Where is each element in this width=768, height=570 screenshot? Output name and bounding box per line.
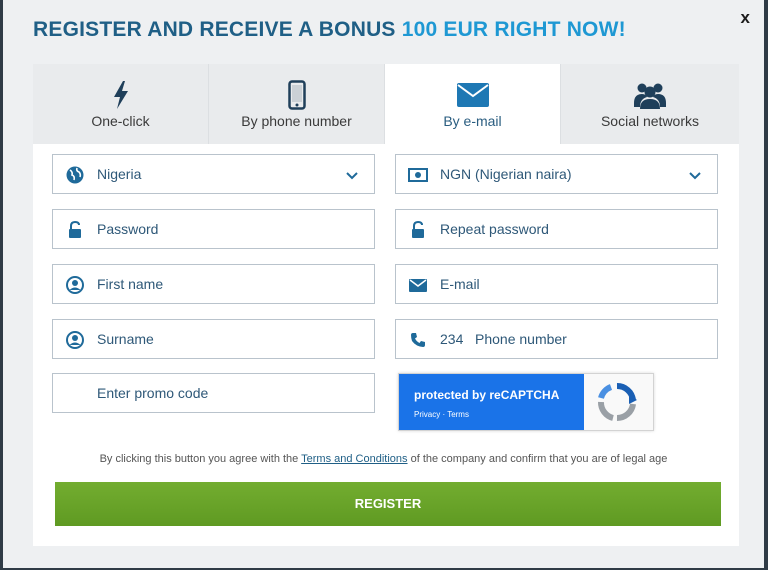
envelope-icon xyxy=(408,275,428,295)
modal-title: REGISTER AND RECEIVE A BONUS 100 EUR RIG… xyxy=(33,18,626,42)
email-placeholder: E-mail xyxy=(440,276,480,292)
currency-value: NGN (Nigerian naira) xyxy=(440,166,572,182)
recaptcha-label-area: protected by reCAPTCHA Privacy · Terms xyxy=(399,374,584,430)
lightning-icon xyxy=(33,80,208,110)
password-field[interactable]: Password xyxy=(52,209,375,249)
recaptcha-privacy-terms[interactable]: Privacy · Terms xyxy=(414,410,469,419)
phone-field[interactable]: 234 Phone number xyxy=(395,319,718,359)
country-value: Nigeria xyxy=(97,166,142,182)
promo-code-field[interactable]: Enter promo code xyxy=(52,373,375,413)
recaptcha-logo-icon xyxy=(598,382,637,422)
promo-placeholder: Enter promo code xyxy=(97,385,209,401)
tab-label: Social networks xyxy=(600,113,700,129)
phone-placeholder: Phone number xyxy=(475,331,567,347)
password-placeholder: Password xyxy=(97,221,159,237)
tab-by-phone-number[interactable]: By phone number xyxy=(209,64,385,144)
phone-handset-icon xyxy=(408,330,428,350)
chevron-down-icon xyxy=(689,172,701,180)
unlock-icon xyxy=(408,220,428,240)
people-icon xyxy=(561,80,739,110)
title-main: REGISTER AND RECEIVE A BONUS xyxy=(33,18,402,41)
phone-icon xyxy=(209,80,384,110)
terms-link[interactable]: Terms and Conditions xyxy=(301,453,407,465)
banknote-icon xyxy=(408,165,428,185)
first-name-field[interactable]: First name xyxy=(52,264,375,304)
user-circle-icon xyxy=(65,330,85,350)
agreement-after: of the company and confirm that you are … xyxy=(407,453,668,465)
tab-one-click[interactable]: One-click xyxy=(33,64,209,144)
email-field[interactable]: E-mail xyxy=(395,264,718,304)
unlock-icon xyxy=(65,220,85,240)
recaptcha-label: protected by reCAPTCHA xyxy=(414,388,560,402)
currency-select[interactable]: NGN (Nigerian naira) xyxy=(395,154,718,194)
register-button[interactable]: REGISTER xyxy=(55,482,721,526)
registration-panel: One-click By phone number By e-mail Soci… xyxy=(33,64,739,546)
globe-icon xyxy=(65,165,85,185)
agreement-before: By clicking this button you agree with t… xyxy=(99,453,302,465)
tab-label: By e-mail xyxy=(443,113,502,129)
surname-field[interactable]: Surname xyxy=(52,319,375,359)
tab-label: One-click xyxy=(91,113,150,129)
registration-modal: REGISTER AND RECEIVE A BONUS 100 EUR RIG… xyxy=(3,0,764,568)
close-button[interactable]: x xyxy=(741,8,750,28)
recaptcha-badge[interactable]: protected by reCAPTCHA Privacy · Terms xyxy=(398,373,654,431)
user-circle-icon xyxy=(65,275,85,295)
tab-label: By phone number xyxy=(241,113,352,129)
tab-social-networks[interactable]: Social networks xyxy=(561,64,739,144)
envelope-icon xyxy=(385,80,560,110)
phone-code: 234 xyxy=(440,331,464,347)
title-bonus-accent: 100 EUR RIGHT NOW! xyxy=(401,18,626,41)
tab-by-email[interactable]: By e-mail xyxy=(385,64,561,144)
surname-placeholder: Surname xyxy=(97,331,154,347)
repeat-password-placeholder: Repeat password xyxy=(440,221,549,237)
repeat-password-field[interactable]: Repeat password xyxy=(395,209,718,249)
first-name-placeholder: First name xyxy=(97,276,164,292)
registration-tabs: One-click By phone number By e-mail Soci… xyxy=(33,64,739,144)
country-select[interactable]: Nigeria xyxy=(52,154,375,194)
terms-agreement: By clicking this button you agree with t… xyxy=(3,453,764,465)
chevron-down-icon xyxy=(346,172,358,180)
